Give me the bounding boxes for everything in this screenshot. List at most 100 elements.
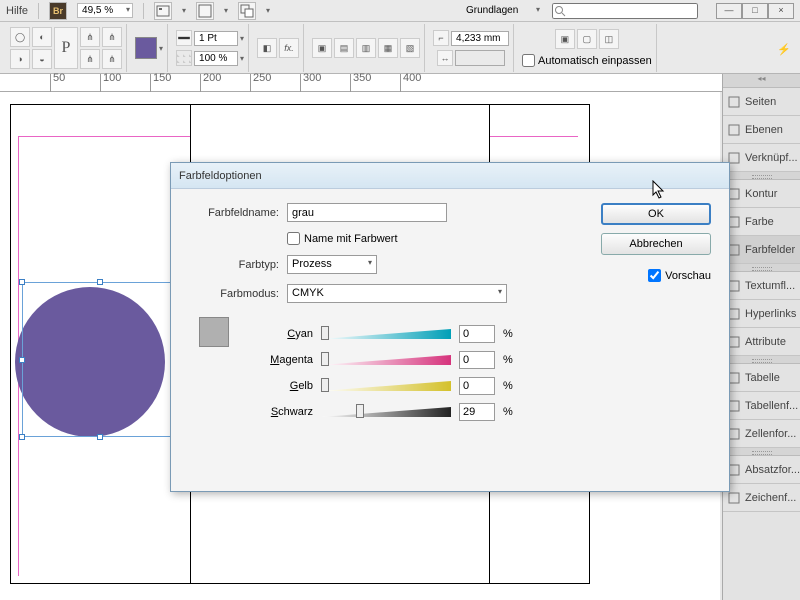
channel-value-input[interactable] <box>459 325 495 343</box>
view-options-icon[interactable] <box>154 2 172 20</box>
panel-label: Absatzfor... <box>745 464 800 476</box>
panel-tablestyles[interactable]: Tabellenf... <box>723 392 800 420</box>
name-with-value-checkbox[interactable] <box>287 232 300 245</box>
char-panel-icon[interactable]: P <box>54 27 78 69</box>
autofit-checkbox[interactable] <box>522 54 535 67</box>
panel-attributes[interactable]: Attribute <box>723 328 800 356</box>
panel-swatches[interactable]: Farbfelder <box>723 236 800 264</box>
color-type-label: Farbtyp: <box>189 259 279 271</box>
panel-charstyles[interactable]: Zeichenf... <box>723 484 800 512</box>
window-minimize[interactable]: — <box>716 3 742 19</box>
tool-icon[interactable]: ◯ <box>10 27 30 47</box>
anchor-icon[interactable]: ⋔ <box>102 27 122 47</box>
panel-hyperlinks[interactable]: Hyperlinks <box>723 300 800 328</box>
quick-apply-icon[interactable]: ⚡ <box>774 34 794 64</box>
stroke-weight-input[interactable] <box>194 31 238 46</box>
wrap-icon[interactable]: ▤ <box>334 38 354 58</box>
panel-label: Zellenfor... <box>745 428 796 440</box>
panel-stroke[interactable]: Kontur <box>723 180 800 208</box>
autofit-label: Automatisch einpassen <box>538 55 652 67</box>
preview-checkbox[interactable] <box>648 269 661 282</box>
anchor-icon[interactable]: ⋔ <box>80 27 100 47</box>
wrap-icon[interactable]: ▣ <box>312 38 332 58</box>
swatch-name-label: Farbfeldname: <box>189 207 279 219</box>
menu-help[interactable]: Hilfe <box>6 5 28 17</box>
fit-icon[interactable]: ▢ <box>577 29 597 49</box>
wrap-icon[interactable]: ▦ <box>378 38 398 58</box>
fit-icon[interactable]: ▣ <box>555 29 575 49</box>
color-type-select[interactable]: Prozess <box>287 255 377 274</box>
channel-slider[interactable] <box>321 381 451 391</box>
link-icon[interactable]: ↔ <box>437 50 453 66</box>
channel-slider[interactable] <box>321 329 451 339</box>
wrap-icon[interactable]: ▥ <box>356 38 376 58</box>
workspace-dropdown[interactable]: Grundlagen <box>462 4 542 17</box>
tool-icon[interactable]: ◒ <box>32 49 52 69</box>
fill-swatch[interactable] <box>135 37 157 59</box>
bridge-icon[interactable]: Br <box>49 2 67 20</box>
panel-pages[interactable]: Seiten <box>723 88 800 116</box>
panel-layers[interactable]: Ebenen <box>723 116 800 144</box>
swatch-name-input[interactable] <box>287 203 447 222</box>
channel-label: Schwarz <box>259 406 313 418</box>
fx-icon[interactable]: fx. <box>279 38 299 58</box>
window-close[interactable]: × <box>768 3 794 19</box>
channel-value-input[interactable] <box>459 351 495 369</box>
selection-handle[interactable] <box>97 279 103 285</box>
selection-handle[interactable] <box>19 279 25 285</box>
panel-table[interactable]: Tabelle <box>723 364 800 392</box>
ruler-tick: 50 <box>50 74 65 92</box>
panel-label: Verknüpf... <box>745 152 798 164</box>
control-panel: ◯ ◐ ◑ ◒ P ⋔ ⋔ ⋔ ⋔ ▾ ▾ <box>0 22 800 74</box>
channel-slider[interactable] <box>321 355 451 365</box>
corner-style[interactable] <box>455 50 505 66</box>
dialog-title[interactable]: Farbfeldoptionen <box>171 163 729 189</box>
panel-label: Textumfl... <box>745 280 795 292</box>
selection-handle[interactable] <box>19 357 25 363</box>
cancel-button[interactable]: Abbrechen <box>601 233 711 255</box>
stroke-icon[interactable] <box>176 30 192 46</box>
panel-parastyles[interactable]: Absatzfor... <box>723 456 800 484</box>
ruler-tick: 350 <box>350 74 371 92</box>
panel-color[interactable]: Farbe <box>723 208 800 236</box>
panel-label: Farbe <box>745 216 774 228</box>
effects-icon[interactable]: ◧ <box>257 38 277 58</box>
panel-label: Tabellenf... <box>745 400 798 412</box>
panel-links[interactable]: Verknüpf... <box>723 144 800 172</box>
panel-collapse[interactable]: ◂◂ <box>723 74 800 88</box>
tool-icon[interactable]: ◑ <box>10 49 30 69</box>
panel-label: Farbfelder <box>745 244 795 256</box>
channel-slider[interactable] <box>321 407 451 417</box>
ok-button[interactable]: OK <box>601 203 711 225</box>
search-input[interactable] <box>552 3 698 19</box>
ruler-tick: 150 <box>150 74 171 92</box>
arrange-icon[interactable] <box>238 2 256 20</box>
selection-handle[interactable] <box>19 434 25 440</box>
channel-value-input[interactable] <box>459 377 495 395</box>
fit-icon[interactable]: ◫ <box>599 29 619 49</box>
corner-input[interactable] <box>451 31 509 46</box>
ruler-tick: 200 <box>200 74 221 92</box>
corner-icon[interactable]: ⌐ <box>433 30 449 46</box>
panel-textwrap[interactable]: Textumfl... <box>723 272 800 300</box>
zoom-dropdown[interactable]: 49,5 % <box>77 3 133 18</box>
pages-icon <box>727 95 741 109</box>
screen-mode-icon[interactable] <box>196 2 214 20</box>
panel-label: Zeichenf... <box>745 492 796 504</box>
opacity-icon[interactable] <box>176 50 192 66</box>
search-icon <box>554 5 566 17</box>
divider <box>38 3 39 19</box>
anchor-icon[interactable]: ⋔ <box>102 49 122 69</box>
window-maximize[interactable]: □ <box>742 3 768 19</box>
channel-value-input[interactable] <box>459 403 495 421</box>
tool-icon[interactable]: ◐ <box>32 27 52 47</box>
ruler-tick: 100 <box>100 74 121 92</box>
opacity-input[interactable] <box>194 51 238 66</box>
color-mode-select[interactable]: CMYK <box>287 284 507 303</box>
panel-cellstyles[interactable]: Zellenfor... <box>723 420 800 448</box>
swatch-options-dialog: Farbfeldoptionen Farbfeldname: Name mit … <box>170 162 730 492</box>
divider <box>143 3 144 19</box>
anchor-icon[interactable]: ⋔ <box>80 49 100 69</box>
selection-handle[interactable] <box>97 434 103 440</box>
wrap-icon[interactable]: ▧ <box>400 38 420 58</box>
